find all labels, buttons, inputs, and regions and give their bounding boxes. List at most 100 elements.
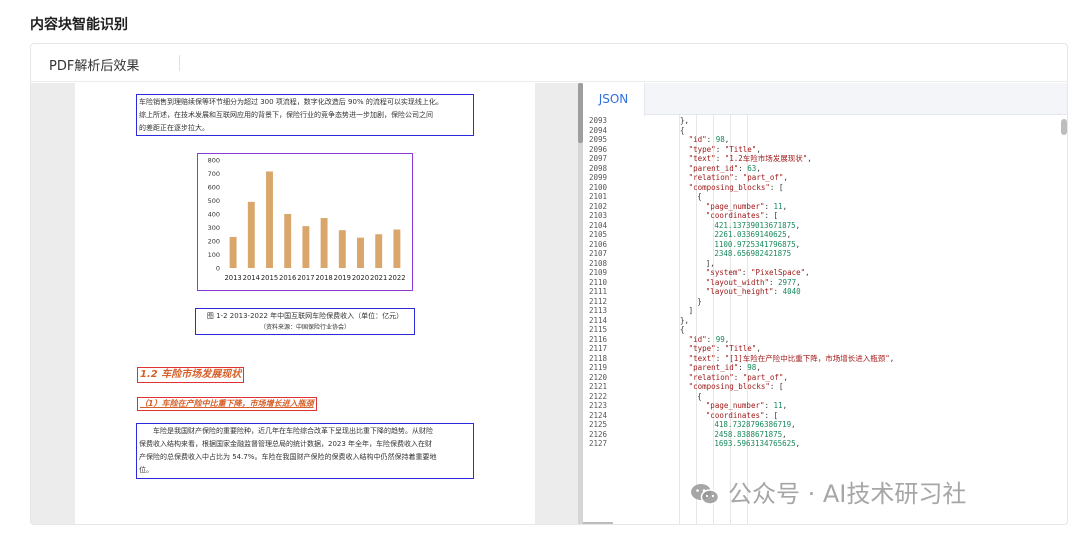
x-tick-label: 2020 — [352, 274, 369, 282]
paragraph-line: 产保险的总保费收入中占比为 54.7%。车险在我国财产保险的保费收入结构中仍然保… — [139, 453, 437, 461]
code-line: "parent_id": 63, — [689, 164, 761, 174]
line-number: 2093 — [589, 116, 608, 125]
code-token: , — [756, 363, 761, 372]
code-line: 421.13739013671875, — [714, 221, 800, 231]
code-token: : [ — [764, 410, 779, 420]
pdf-preview-pane[interactable]: 车险销售到理赔续保等环节细分为超过 300 项流程，数字化改造后 90% 的流程… — [31, 83, 578, 524]
code-token: : — [764, 401, 774, 410]
line-number: 2100 — [589, 182, 608, 192]
x-tick-label: 2017 — [297, 274, 314, 282]
code-token: , — [786, 230, 792, 239]
code-token: , — [807, 154, 812, 163]
code-token: "id" — [688, 334, 707, 344]
code-token: "1.2车险市场发展现状" — [724, 154, 808, 163]
code-line: }, — [680, 316, 689, 326]
line-number: 2116 — [589, 334, 608, 344]
code-token: : — [715, 144, 725, 154]
code-token: "part_of" — [742, 173, 784, 182]
paragraph-line: 车险销售到理赔续保等环节细分为超过 300 项流程，数字化改造后 90% 的流程… — [139, 98, 443, 106]
code-token: : — [773, 287, 783, 296]
tab-divider — [179, 55, 180, 71]
paragraph-block-body[interactable]: 车险是我国财产保险的重要险种，近几年在车险综合改革下呈现出比重下降的趋势。从财险… — [136, 423, 474, 479]
code-line: { — [680, 126, 685, 136]
line-number: 2118 — [589, 353, 608, 363]
paragraph-block-intro[interactable]: 车险销售到理赔续保等环节细分为超过 300 项流程，数字化改造后 90% 的流程… — [136, 94, 474, 136]
code-token: , — [756, 344, 761, 353]
line-number: 2115 — [589, 325, 608, 334]
code-token: , — [782, 401, 788, 410]
code-line: 1693.5963134765625, — [714, 439, 800, 449]
code-line: "page_number": 11, — [706, 401, 787, 411]
line-number: 2114 — [589, 315, 608, 325]
tab-pdf-result[interactable]: PDF解析后效果 — [49, 55, 139, 74]
pdf-page: 车险销售到理赔续保等环节细分为超过 300 项流程，数字化改造后 90% 的流程… — [75, 83, 535, 524]
bar-2016 — [284, 214, 292, 268]
title-block-sub-1[interactable]: （1）车险在产险中比重下降，市场增长进入瓶颈 — [137, 397, 317, 411]
code-token: { — [697, 192, 702, 201]
code-token: "composing_blocks" — [688, 182, 770, 192]
code-token: ] — [688, 306, 694, 315]
line-number: 2120 — [589, 372, 608, 382]
code-token: 1100.9725341796875 — [714, 239, 796, 249]
code-token: , — [796, 277, 801, 287]
title-block-1-2[interactable]: 1.2 车险市场发展现状 — [137, 367, 245, 383]
line-number: 2127 — [589, 439, 608, 448]
code-line: "layout_height": 4040 — [706, 287, 801, 297]
code-line: "id": 98, — [689, 135, 730, 145]
line-number: 2110 — [589, 277, 608, 287]
x-tick-label: 2013 — [224, 274, 241, 282]
code-line: } — [697, 297, 702, 307]
line-number: 2094 — [589, 125, 608, 135]
bar-2022 — [393, 229, 401, 268]
line-number: 2112 — [589, 296, 608, 306]
result-card: PDF解析后效果 车险销售到理赔续保等环节细分为超过 300 项流程，数字化改造… — [30, 43, 1068, 525]
line-number: 2113 — [589, 306, 608, 315]
code-token: , — [791, 420, 796, 429]
watermark-text: 公众号 · AI技术研习社 — [728, 480, 967, 508]
code-line: "id": 99, — [689, 335, 730, 345]
line-number: 2099 — [589, 173, 608, 182]
tab-json[interactable]: JSON — [583, 83, 645, 116]
code-token: , — [795, 239, 801, 249]
line-number: 2125 — [589, 420, 608, 429]
json-scrollbar-thumb[interactable] — [1061, 119, 1067, 135]
code-line: { — [680, 325, 685, 335]
x-tick-label: 2016 — [279, 274, 296, 282]
code-token: : [ — [764, 211, 779, 220]
code-token: ], — [705, 258, 715, 268]
json-code-editor[interactable]: 2093}, 2094 {2095 "id": 98, 2096 "type": "Tit… — [583, 115, 1067, 524]
code-line: "page_number": 11, — [706, 202, 787, 212]
line-number: 2117 — [589, 344, 608, 353]
bar-2019 — [338, 230, 346, 268]
line-number: 2096 — [589, 144, 608, 154]
code-token: 11 — [773, 401, 783, 410]
code-token: : — [769, 277, 779, 287]
caption-block[interactable]: 图 1-2 2013-2022 年中国互联网车险保费收入（单位：亿元） （资料来… — [195, 308, 415, 335]
code-token: 1693.5963134765625 — [714, 439, 796, 448]
code-token: } — [697, 296, 702, 306]
x-tick-label: 2022 — [388, 274, 405, 282]
code-token: "Title" — [724, 144, 757, 154]
code-token: : — [738, 163, 748, 173]
x-tick-label: 2015 — [261, 274, 278, 282]
bar-2017 — [302, 226, 310, 268]
code-token: "page_number" — [705, 201, 765, 211]
caption-line: 图 1-2 2013-2022 年中国互联网车险保费收入（单位：亿元） — [206, 312, 404, 320]
code-line: "text": "1.2车险市场发展现状", — [689, 154, 812, 164]
y-tick-label: 800 — [208, 157, 220, 165]
line-number: 2101 — [589, 192, 608, 201]
figure-block[interactable]: 0 100 200 300 400 500 600 700 800 2013 2014 2015 201… — [197, 153, 413, 291]
json-scrollbar[interactable] — [1061, 115, 1067, 524]
code-token: , — [724, 334, 730, 344]
json-hscrollbar[interactable] — [583, 522, 613, 524]
code-token: "PixelSpace" — [750, 268, 806, 277]
code-token: , — [795, 220, 801, 230]
line-number: 2107 — [589, 249, 608, 258]
code-line: 1100.9725341796875, — [714, 240, 800, 250]
code-line: 418.7328796386719, — [714, 420, 795, 430]
x-tick-label: 2021 — [370, 274, 387, 282]
json-tabbar: JSON — [583, 83, 1067, 116]
code-token: 98 — [747, 363, 757, 372]
y-tick-label: 600 — [208, 184, 220, 192]
code-line: "relation": "part_of", — [689, 373, 788, 383]
